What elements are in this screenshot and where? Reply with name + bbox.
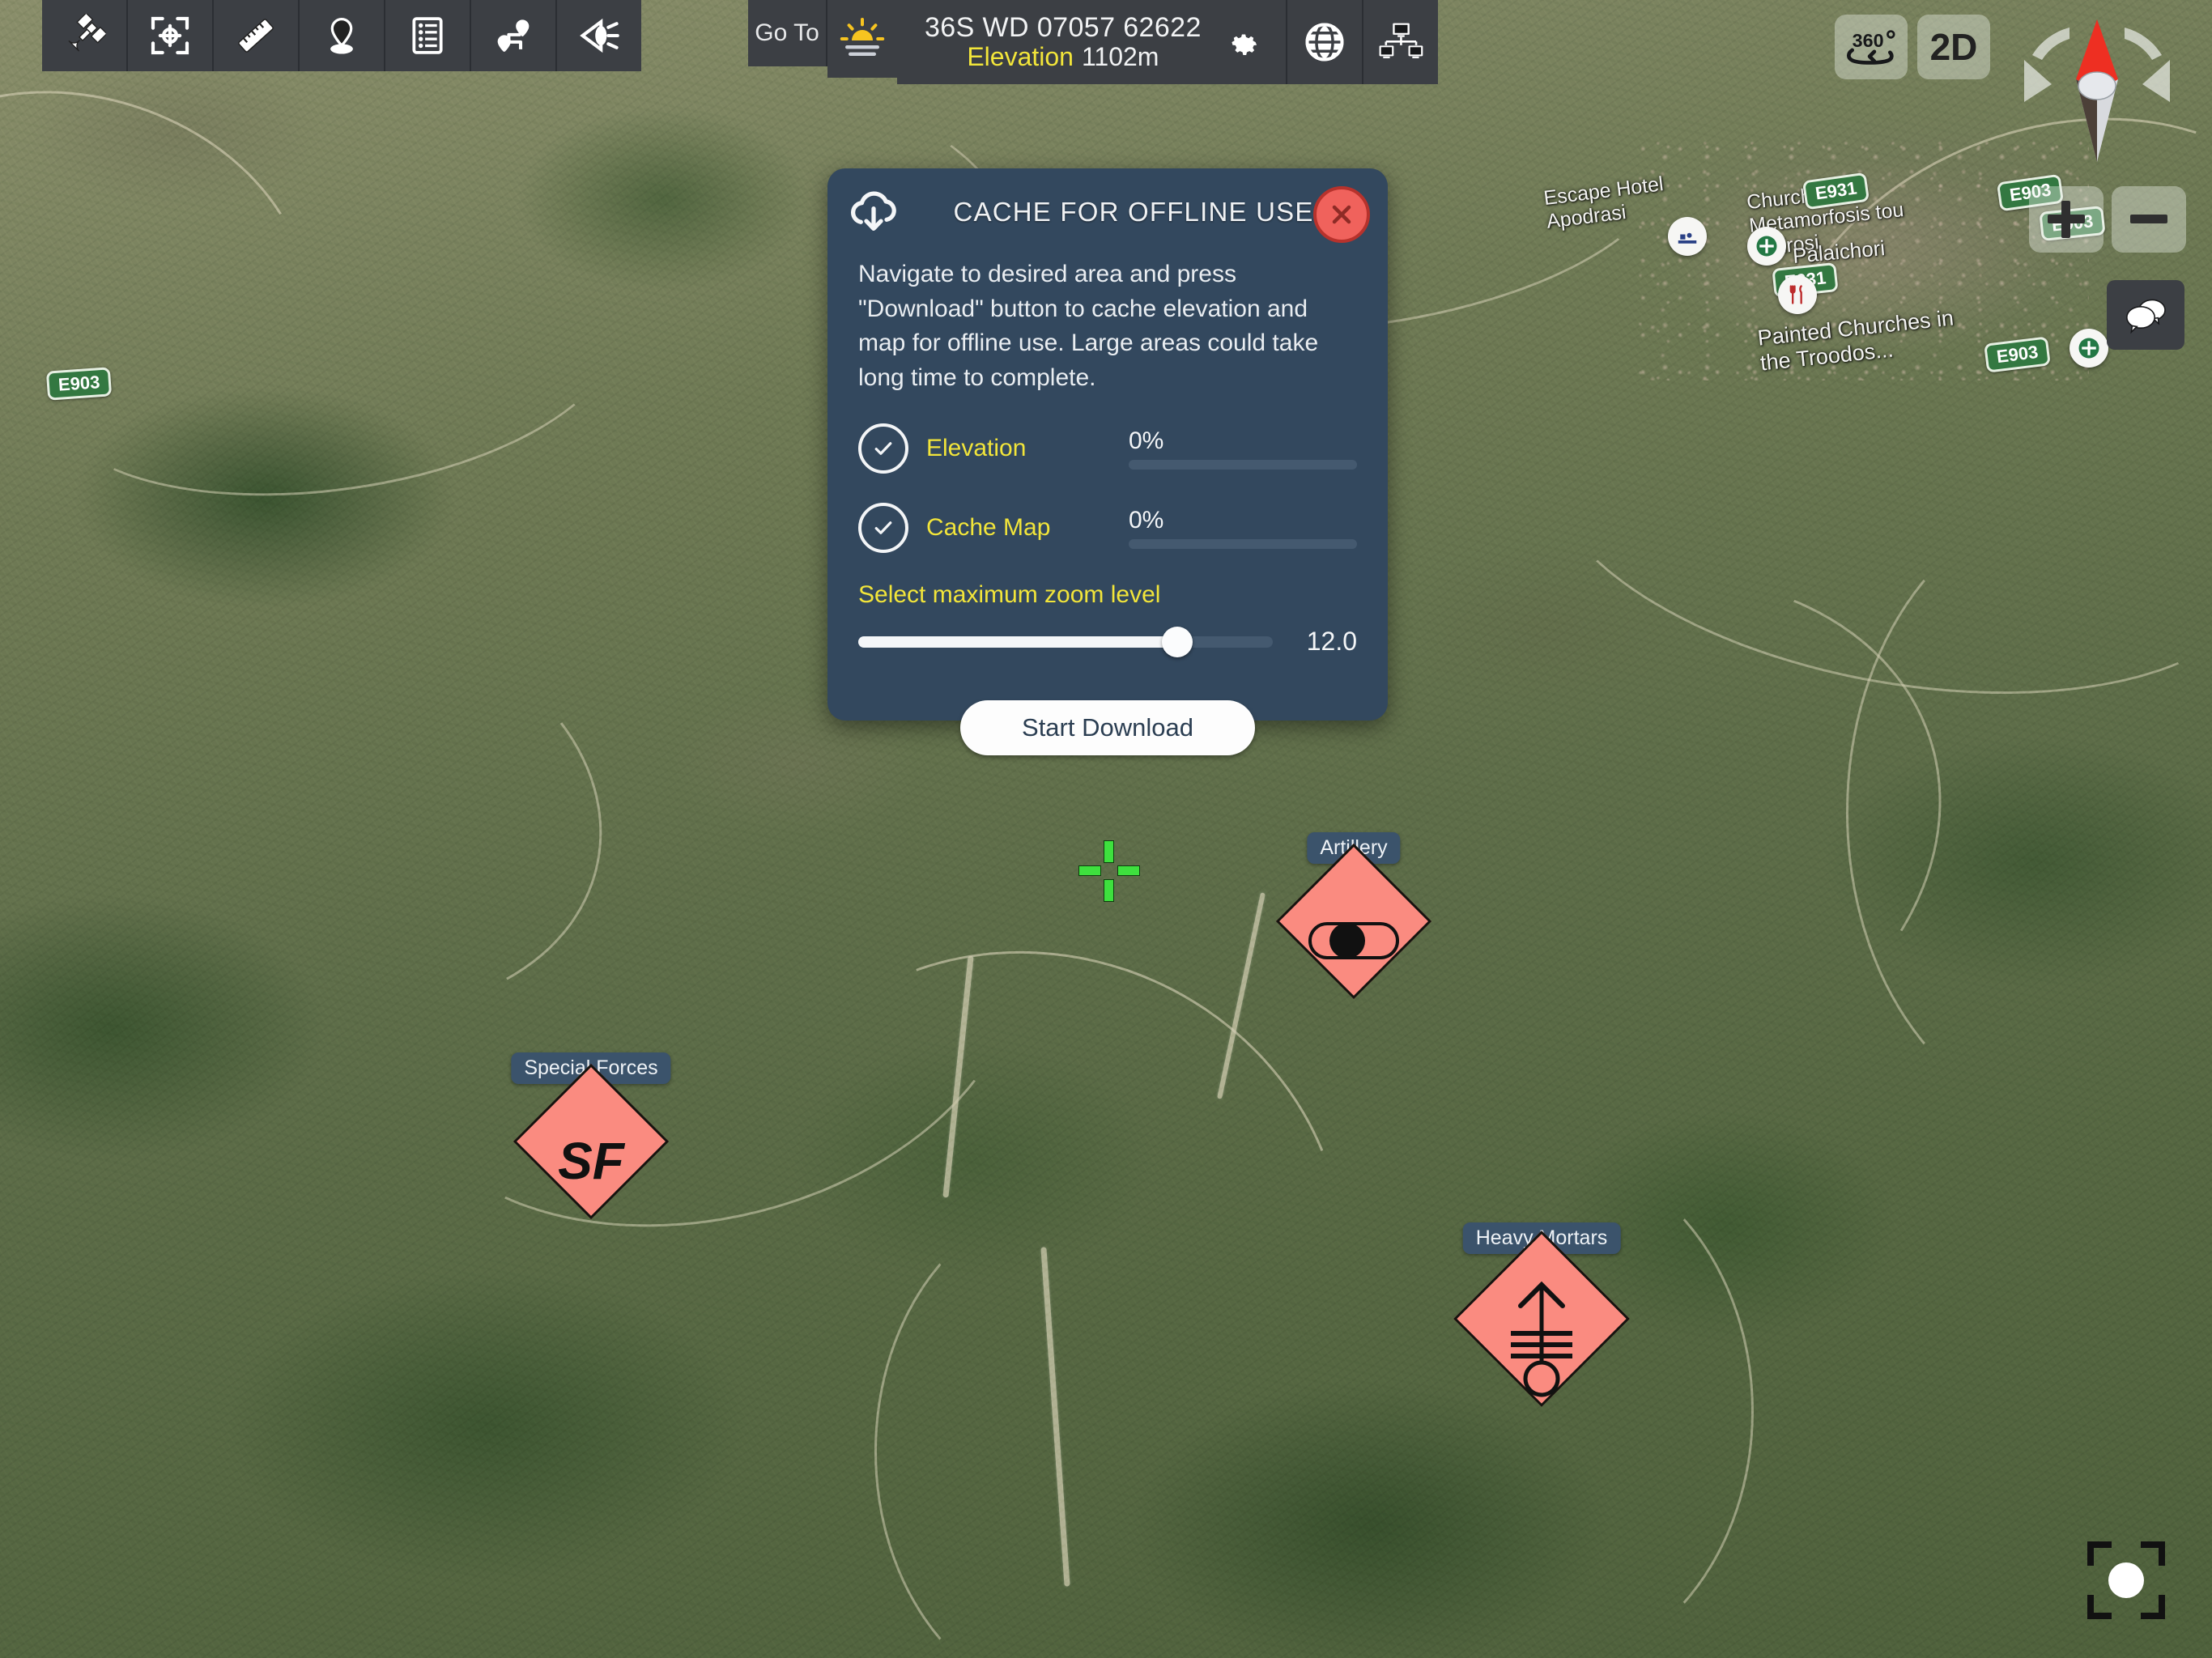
road-path <box>1217 892 1266 1099</box>
restaurant-poi-icon[interactable] <box>1778 275 1817 314</box>
elevation-value: 1102m <box>1081 42 1159 72</box>
target-frame-icon[interactable] <box>128 0 214 71</box>
ruler-icon[interactable] <box>214 0 300 71</box>
sunrise-icon[interactable] <box>827 0 897 78</box>
slider-thumb[interactable] <box>1162 626 1193 657</box>
coordinate-panel: 36S WD 07057 62622 Elevation 1102m <box>897 0 1286 84</box>
checkbox-cache-map[interactable] <box>858 503 908 554</box>
road-path <box>0 453 329 912</box>
minus-bar <box>2130 215 2167 223</box>
progress-track-cache-map <box>1129 539 1357 550</box>
road-path <box>942 955 974 1198</box>
dialog-title: CACHE FOR OFFLINE USE <box>953 197 1314 227</box>
elevation-label: Elevation <box>967 42 1074 72</box>
village-cluster <box>1636 138 2089 380</box>
road-path <box>34 204 635 529</box>
church-poi-icon[interactable] <box>1747 227 1786 266</box>
road-path <box>1846 502 2212 1122</box>
progress-label-cache-map: Cache Map <box>926 514 1051 542</box>
mgrs-coordinate: 36S WD 07057 62622 <box>925 12 1202 44</box>
plus-vertical <box>2061 201 2070 238</box>
road-path <box>1040 1247 1070 1587</box>
app-root: Escape Hotel Apodrasi Church of Metamorf… <box>0 0 2212 1658</box>
progress-meter-elevation: 0% <box>1129 427 1357 470</box>
camera-focus-icon[interactable] <box>2078 1532 2175 1629</box>
field-of-view-icon[interactable] <box>557 0 641 71</box>
dialog-header: CACHE FOR OFFLINE USE <box>827 168 1388 256</box>
list-icon[interactable] <box>385 0 471 71</box>
slider-fill <box>858 636 1178 648</box>
compass-needle-icon[interactable] <box>2000 10 2194 172</box>
shield-e903-west: E903 <box>45 367 113 401</box>
zoom-slider[interactable] <box>858 626 1273 657</box>
road-path <box>0 34 355 505</box>
zoom-level-value: 12.0 <box>1306 627 1357 657</box>
go-to-button[interactable]: Go To <box>748 0 827 66</box>
label-palaichori: Palaichori <box>1791 236 1887 268</box>
zoom-level-title: Select maximum zoom level <box>858 581 1161 609</box>
elevation-row: Elevation 1102m <box>925 42 1202 72</box>
shield-e931-north: E931 <box>1802 172 1870 210</box>
progress-track-elevation <box>1129 460 1357 470</box>
svg-text:360: 360 <box>1853 30 1884 51</box>
dimension-toggle-button[interactable]: 2D <box>1917 15 1990 79</box>
dialog-description: Navigate to desired area and press "Down… <box>858 261 1319 391</box>
checkbox-elevation[interactable] <box>858 423 908 474</box>
satellite-icon[interactable] <box>42 0 128 71</box>
progress-row-cache-map: Cache Map 0% <box>827 502 1388 554</box>
left-toolbar <box>42 0 641 71</box>
close-icon[interactable] <box>1313 186 1370 243</box>
gear-icon[interactable] <box>1223 27 1265 57</box>
map-pin-icon[interactable] <box>300 0 385 71</box>
road-path <box>62 567 640 1057</box>
network-icon[interactable] <box>1361 0 1438 84</box>
chat-bubbles-icon[interactable] <box>2107 280 2184 350</box>
shield-e903-right: E903 <box>1984 336 2052 373</box>
zoom-level-section: Select maximum zoom level 12.0 <box>827 581 1388 657</box>
road-path <box>639 853 1439 1629</box>
cloud-download-icon <box>851 191 896 232</box>
rotate-360-button[interactable]: 360 <box>1835 15 1908 79</box>
label-escape-hotel: Escape Hotel Apodrasi <box>1542 172 1665 233</box>
progress-percent-elevation: 0% <box>1129 427 1164 455</box>
road-path <box>347 722 1067 1290</box>
route-icon[interactable] <box>471 0 557 71</box>
coordinate-text: 36S WD 07057 62622 Elevation 1102m <box>925 12 1202 72</box>
progress-row-elevation: Elevation 0% <box>827 423 1388 474</box>
zoom-slider-row: 12.0 <box>858 626 1357 657</box>
road-path <box>874 1198 1268 1658</box>
progress-meter-cache-map: 0% <box>1129 507 1357 550</box>
progress-percent-cache-map: 0% <box>1129 507 1164 534</box>
label-painted-churches: Painted Churches in the Troodos... <box>1756 305 1955 376</box>
zoom-out-button[interactable] <box>2112 186 2186 253</box>
dialog-footer: Start Download <box>827 700 1388 756</box>
progress-label-elevation: Elevation <box>926 435 1027 462</box>
globe-icon[interactable] <box>1285 0 1362 84</box>
top-center-bar: Go To 36S WD 07057 62622 Elevation 1102m <box>748 0 1438 84</box>
cache-offline-dialog: CACHE FOR OFFLINE USE Navigate to desire… <box>827 168 1388 756</box>
start-download-button[interactable]: Start Download <box>960 700 1255 756</box>
zoom-in-button[interactable] <box>2029 186 2104 253</box>
church-poi-icon-2[interactable] <box>2069 329 2108 368</box>
hotel-poi-icon[interactable] <box>1668 217 1707 256</box>
